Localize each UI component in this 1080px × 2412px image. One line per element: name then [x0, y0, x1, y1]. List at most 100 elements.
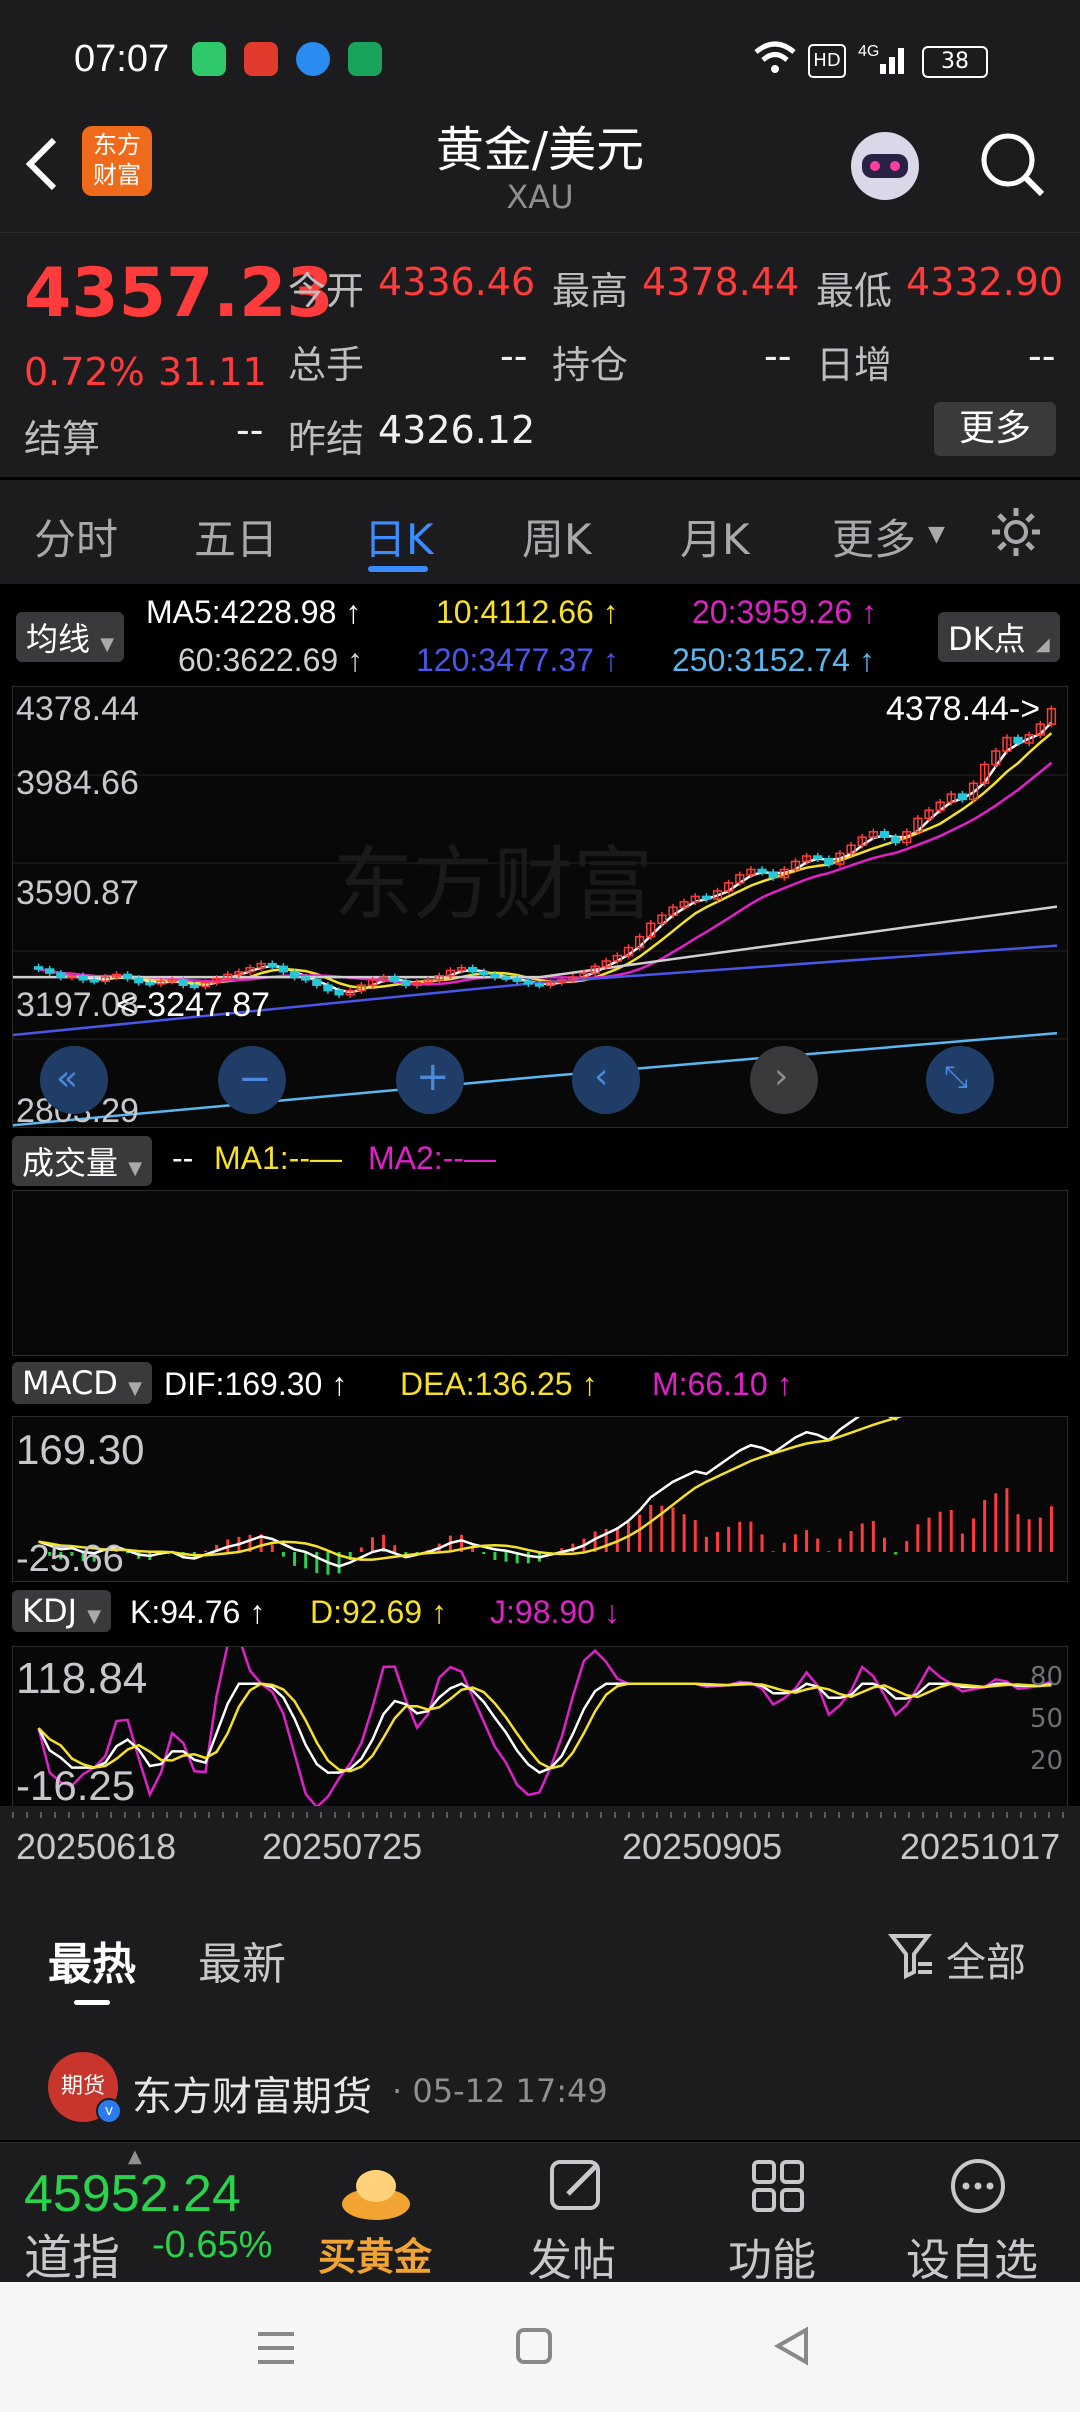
jump-start-button[interactable]: « [40, 1046, 108, 1114]
macd-dif: DIF:169.30 ↑ [164, 1366, 348, 1402]
candle [479, 971, 489, 976]
functions-grid-icon[interactable] [748, 2156, 808, 2216]
macd-chart-panel[interactable] [12, 1289, 1068, 1582]
ma10-value: 10:4112.66 [436, 594, 594, 630]
battery-icon: 38 [922, 46, 988, 78]
open-label: 今开 [288, 269, 365, 313]
kline-chart-panel[interactable]: 东方财富 [12, 686, 1068, 1128]
svg-text:4G: 4G [858, 43, 879, 60]
edit-post-icon[interactable] [546, 2156, 606, 2216]
post-time: · 05-12 17:49 [392, 2072, 608, 2110]
candle [312, 979, 322, 986]
filter-icon[interactable] [888, 1930, 934, 1980]
volume-label: 总手 [288, 343, 365, 387]
verified-badge-icon: v [96, 2098, 122, 2124]
kdj-j: J:98.90 ↓ [490, 1594, 620, 1630]
macd-axis-top: 169.30 [16, 1426, 145, 1473]
dow-index-change[interactable]: -0.65% [152, 2224, 272, 2267]
price-axis-label-2: 3984.66 [16, 764, 139, 803]
more-dots-icon[interactable] [948, 2156, 1008, 2216]
tab-daily-k[interactable]: 日K [364, 506, 434, 567]
more-button[interactable]: 更多 [934, 402, 1056, 456]
kdj-ref-50: 50 [1030, 1704, 1064, 1734]
change-percent: 0.72% [24, 350, 145, 394]
candle [1013, 736, 1023, 744]
ma-selector-label: 均线 [26, 620, 91, 658]
kdj-chart-panel[interactable] [12, 1635, 1068, 1809]
post-author[interactable]: 东方财富期货 [132, 2064, 372, 2122]
candle [468, 966, 478, 973]
volume-chart-panel[interactable] [12, 1190, 1068, 1356]
volume-selector[interactable]: 成交量 ▼ [12, 1136, 153, 1186]
scroll-right-button[interactable]: › [750, 1046, 818, 1114]
sort-new-tab[interactable]: 最新 [198, 1928, 286, 1992]
tab-five-day[interactable]: 五日 [194, 506, 278, 567]
post-button[interactable]: 发帖 [528, 2224, 616, 2288]
functions-button[interactable]: 功能 [728, 2224, 816, 2288]
tab-intraday[interactable]: 分时 [34, 506, 118, 567]
ma250-legend: 250:3152.74 ↑ [672, 642, 875, 678]
ma-selector[interactable]: 均线 ▼ [16, 612, 125, 662]
dow-index-value[interactable]: 45952.24 [24, 2164, 241, 2224]
add-watchlist-button[interactable]: 设自选 [906, 2224, 1038, 2288]
low-value: 4332.90 [906, 260, 1064, 304]
zoom-out-button[interactable]: − [218, 1046, 286, 1114]
gear-icon[interactable] [988, 504, 1044, 560]
date-label-2: 20250725 [262, 1826, 423, 1867]
kdj-d: D:92.69 ↑ [310, 1594, 447, 1630]
fullscreen-button[interactable]: ⤡ [926, 1046, 994, 1114]
search-icon[interactable] [978, 130, 1048, 200]
kdj-selector[interactable]: KDJ ▼ [12, 1590, 112, 1632]
volume-ma1: MA1:--— [214, 1140, 342, 1176]
kdj-axis-top: 118.84 [16, 1654, 148, 1703]
tab-more[interactable]: 更多 [832, 506, 916, 567]
candle [334, 989, 344, 996]
macd-dif-value: DIF:169.30 [164, 1366, 323, 1402]
price-tick-1: 4378.44 [16, 690, 139, 728]
daily-increase-value: -- [1028, 334, 1056, 378]
home-icon[interactable] [512, 2324, 556, 2368]
macd-axis-bottom: -25.66 [16, 1538, 124, 1580]
change-amount: 31.11 [158, 350, 267, 394]
buy-gold-button[interactable]: 买黄金 [318, 2226, 432, 2281]
filter-all-button[interactable]: 全部 [946, 1930, 1026, 1988]
robot-assistant-icon[interactable] [840, 122, 930, 208]
zoom-in-button[interactable]: + [396, 1046, 464, 1114]
scroll-left-button[interactable]: ‹ [572, 1046, 640, 1114]
ma120-legend: 120:3477.37 ↑ [416, 642, 619, 678]
expand-icon: ⤡ [944, 1060, 968, 1095]
candle [122, 973, 133, 980]
kline-chart: 东方财富 [12, 705, 1067, 1127]
ma250-value: 250:3152.74 [672, 642, 850, 678]
chevron-down-icon: ▼ [928, 522, 945, 547]
ma20-legend: 20:3959.26 ↑ [692, 594, 878, 630]
watermark-text: 东方财富 [333, 838, 653, 931]
gold-ingot-icon[interactable] [338, 2160, 414, 2224]
chevron-down-icon: ▼ [87, 1606, 102, 1627]
macd-selector[interactable]: MACD ▼ [12, 1362, 152, 1404]
prev-settle-label: 昨结 [288, 417, 365, 461]
kdj-selector-label: KDJ [22, 1592, 78, 1630]
candle [89, 979, 99, 983]
ma60-value: 60:3622.69 [178, 642, 339, 678]
candle [957, 793, 968, 801]
nav-back-icon[interactable] [770, 2324, 814, 2368]
tab-weekly-k[interactable]: 周K [522, 506, 592, 567]
daily-increase-label: 日增 [816, 343, 893, 387]
candle [490, 973, 500, 978]
settle-value: -- [236, 408, 264, 452]
kdj-j-value: J:98.90 [490, 1594, 595, 1630]
candle [813, 855, 823, 860]
tab-monthly-k[interactable]: 月K [680, 506, 750, 567]
macd-dea: DEA:136.25 ↑ [400, 1366, 598, 1402]
dow-index-name[interactable]: 道指 [24, 2218, 120, 2288]
macd-chart [38, 1289, 1053, 1575]
kdj-ref-20: 20 [1030, 1746, 1064, 1776]
price-axis-label-3: 3590.87 [16, 874, 139, 913]
date-label-1: 20250618 [16, 1826, 177, 1867]
menu-icon[interactable] [254, 2326, 298, 2370]
candle [323, 984, 333, 992]
candle [145, 981, 155, 986]
sort-hot-tab[interactable]: 最热 [48, 1928, 136, 1992]
dk-point-button[interactable]: DK点 ◢ [938, 612, 1060, 662]
